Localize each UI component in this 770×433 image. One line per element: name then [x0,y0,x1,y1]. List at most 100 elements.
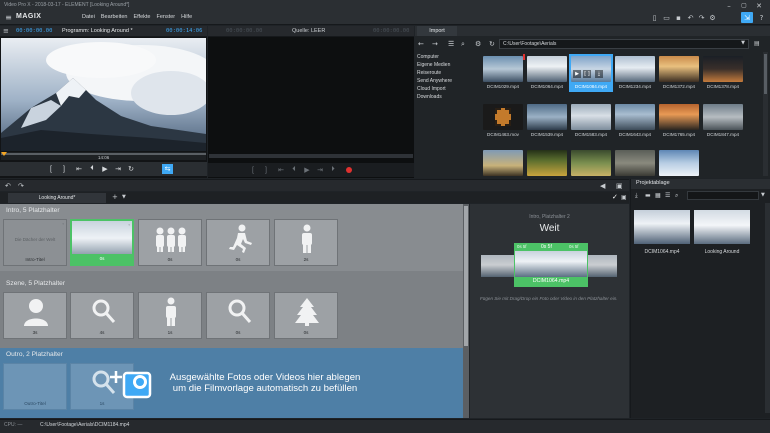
fullscreen-icon[interactable]: ▣ [616,182,623,190]
filter-settings-icon[interactable]: ⚙ [475,40,481,48]
thumb-dcim1234[interactable] [615,56,655,82]
grid-view-icon[interactable]: ▦ [655,192,661,199]
thumb-dcim1463[interactable] [483,104,523,130]
thumb-row3-1[interactable] [483,150,523,176]
step-back-icon[interactable]: ⏴ [87,164,97,174]
view-list-icon[interactable]: ☰ [448,40,454,48]
pa-search-icon[interactable]: ⌕ [675,192,678,200]
import-scrollbar[interactable] [763,52,768,176]
source-scrub-bar[interactable] [209,154,413,158]
monitor-menu-icon[interactable]: ≡ [3,27,9,35]
pa-thumb-dcim1064[interactable] [634,210,690,244]
tab-looking-around[interactable]: Looking Around* [8,193,106,203]
menu-fenster[interactable]: Fenster [156,14,175,20]
thumb-dcim1765[interactable] [659,104,699,130]
sync-icon[interactable]: ⇆ [162,164,173,174]
projektablage-search-field[interactable] [687,191,759,200]
nav-cloud-import[interactable]: Cloud Import [417,86,477,94]
tab-dropdown-icon[interactable]: ▼ [122,194,126,200]
thumb-dcim1643[interactable] [615,104,655,130]
go-to-end-icon[interactable]: ⇥ [113,164,123,174]
nav-reiseroute[interactable]: Reiseroute [417,70,477,78]
source-go-to-end-icon[interactable]: ⇥ [315,165,325,175]
play-icon[interactable]: ▶ [100,164,110,174]
storyboard-undo-icon[interactable]: ↶ [5,182,11,190]
back-icon[interactable]: ← [418,40,424,48]
add-icon[interactable]: ⤓ [595,70,603,78]
wizard-mode-icon[interactable]: ⇲ [741,12,753,23]
intro-slot-2-filled[interactable]: 0s ▫ [70,219,134,266]
source-step-forward-icon[interactable]: ⏵ [328,165,338,175]
thumb-row3-4[interactable] [615,150,655,176]
nav-eigene-medien[interactable]: Eigene Medien [417,62,477,70]
source-play-icon[interactable]: ▶ [302,165,312,175]
source-step-back-icon[interactable]: ⏴ [289,165,299,175]
save-icon[interactable]: ▪ [674,13,683,22]
trim-icon[interactable]: [ ] [583,70,591,78]
loop-icon[interactable]: ↻ [126,164,136,174]
path-dropdown-icon[interactable]: ▼ [741,40,745,46]
undo-icon[interactable]: ↶ [686,13,695,22]
szene-slot-1[interactable]: 3s [3,292,67,339]
thumb-row3-5[interactable] [659,150,699,176]
pa-dropdown-icon[interactable]: ▼ [761,192,765,198]
forward-icon[interactable]: → [432,40,438,48]
thumb-row3-3[interactable] [571,150,611,176]
import-down-icon[interactable]: ⤓ [635,192,638,200]
intro-slot-5-person[interactable]: 2s [274,219,338,266]
help-icon[interactable]: ? [757,13,766,22]
thumb-row3-2[interactable] [527,150,567,176]
menu-effekte[interactable]: Effekte [133,14,150,20]
szene-slot-5[interactable]: 0s [274,292,338,339]
thumb-dcim1064[interactable] [527,56,567,82]
pa-scrollbar[interactable] [765,203,770,413]
source-mark-in-icon[interactable]: [ [248,165,258,175]
import-menu-icon[interactable]: ▤ [754,40,760,47]
nav-computer[interactable]: Computer [417,54,477,62]
mark-in-icon[interactable]: [ [46,164,56,174]
go-to-start-icon[interactable]: ⇤ [74,164,84,174]
menu-datei[interactable]: Datei [82,14,95,20]
search-icon[interactable]: ⌕ [461,40,465,49]
close-storyboard-icon[interactable]: ▣ [621,194,627,201]
nav-downloads[interactable]: Downloads [417,94,477,102]
nav-send-anywhere[interactable]: Send Anywhere [417,78,477,86]
path-field[interactable]: C:\User\Footage\Aerials ▼ [499,39,749,49]
add-tab-icon[interactable]: + [112,193,118,201]
program-scrub-bar[interactable]: 14:06 [1,152,206,160]
selected-clip-frame[interactable]: 0s 5f 0s 5f 0s 5f DCIM1064.mp4 [514,243,588,287]
source-go-to-start-icon[interactable]: ⇤ [276,165,286,175]
record-icon[interactable] [344,165,354,175]
menu-hilfe[interactable]: Hilfe [181,14,192,20]
thumb-dcim1539[interactable] [527,104,567,130]
thumb-dcim1378[interactable] [703,56,743,82]
redo-icon[interactable]: ↷ [697,13,706,22]
playhead-marker[interactable] [1,152,7,156]
pa-thumb-looking-around[interactable] [694,210,750,244]
volume-icon[interactable]: ◀ [600,182,605,190]
storyboard-redo-icon[interactable]: ↷ [18,182,24,190]
intro-slot-3-group[interactable]: 0s [138,219,202,266]
confirm-icon[interactable]: ✓ [612,193,618,201]
thumb-dcim1847[interactable] [703,104,743,130]
thumb-dcim1372[interactable] [659,56,699,82]
thumb-dcim1084[interactable]: ▶ [ ] ⤓ [571,56,611,82]
mark-out-icon[interactable]: ] [59,164,69,174]
new-project-icon[interactable]: ▯ [650,13,659,22]
outro-slot-title[interactable]: Outro-Titel [3,363,67,410]
source-mark-out-icon[interactable]: ] [261,165,271,175]
preview-play-icon[interactable]: ▶ [573,70,581,78]
tab-import[interactable]: Import [417,26,457,36]
thumb-dcim1583[interactable] [571,104,611,130]
thumb-dcim1029[interactable] [483,56,523,82]
szene-slot-4[interactable]: 0s [206,292,270,339]
szene-slot-3[interactable]: 1s [138,292,202,339]
open-project-icon[interactable]: ▭ [662,13,671,22]
settings-icon[interactable]: ⚙ [708,13,717,22]
refresh-icon[interactable]: ↻ [489,40,495,48]
maximize-icon[interactable]: ▢ [738,1,750,10]
hamburger-menu-icon[interactable]: ≡ [4,13,13,22]
intro-slot-4-action[interactable]: 0s [206,219,270,266]
menu-bearbeiten[interactable]: Bearbeiten [101,14,128,20]
storyboard-scrollbar[interactable] [463,204,469,418]
